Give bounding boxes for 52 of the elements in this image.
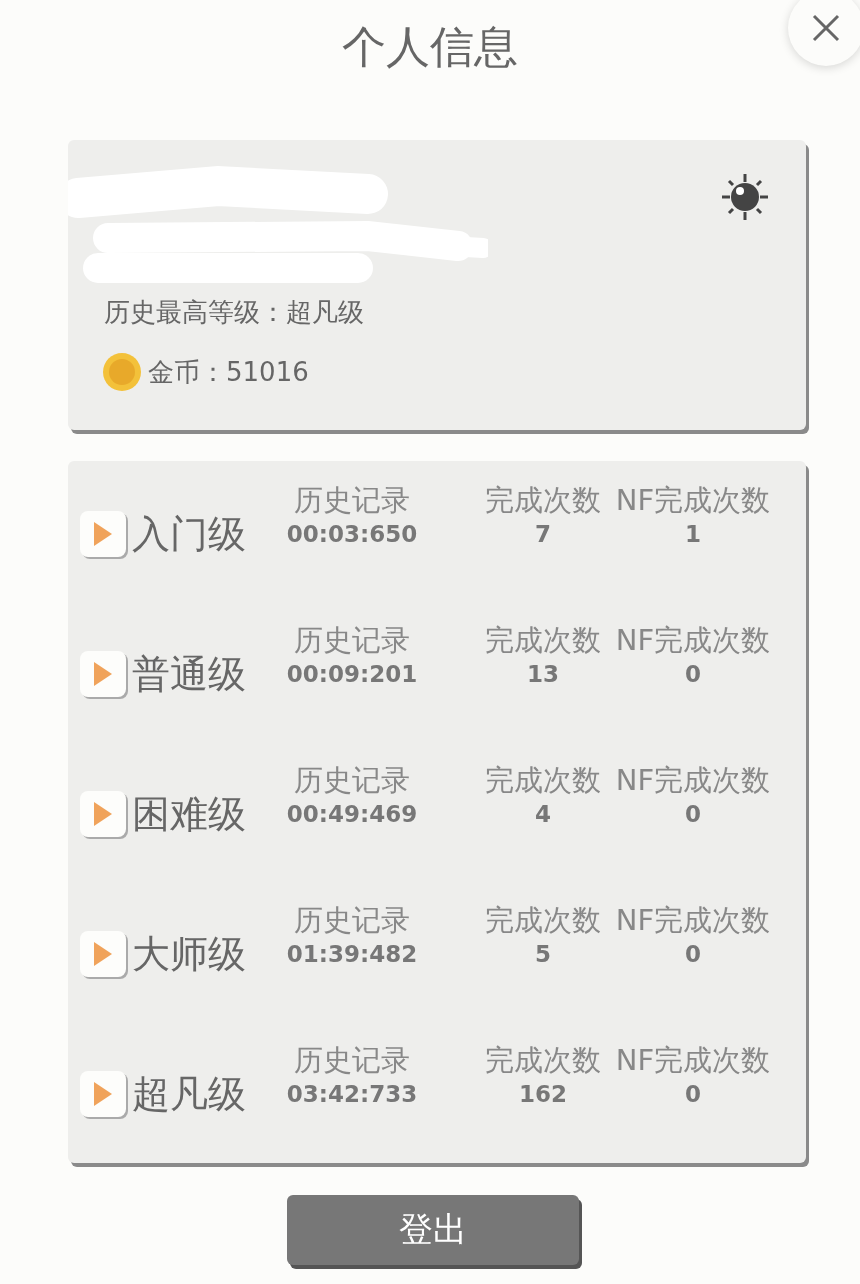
highest-level-text: 历史最高等级：超凡级	[104, 296, 365, 329]
stat-label: 完成次数	[485, 902, 601, 939]
level-name: 普通级	[132, 651, 247, 698]
stat-label: 完成次数	[485, 622, 601, 659]
stat-label: 历史记录	[294, 902, 410, 939]
close-icon	[810, 12, 842, 44]
stat-value: 0	[685, 940, 701, 969]
play-button[interactable]	[80, 1071, 126, 1117]
level-name: 入门级	[132, 511, 247, 558]
play-icon	[94, 522, 112, 546]
stat-label: NF完成次数	[615, 902, 771, 939]
stat-label: NF完成次数	[615, 622, 771, 659]
level-name: 大师级	[132, 931, 247, 978]
spiked-ball-icon[interactable]	[720, 172, 770, 222]
close-button[interactable]	[788, 0, 860, 66]
stat-value: 0	[685, 800, 701, 829]
stat-label: 完成次数	[485, 1042, 601, 1079]
level-name: 困难级	[132, 791, 247, 838]
stat-value: 00:09:201	[286, 660, 418, 689]
play-button[interactable]	[80, 791, 126, 837]
stat-label: 完成次数	[485, 762, 601, 799]
stat-value: 7	[535, 520, 551, 549]
coin-balance: 金币：51016	[148, 356, 309, 389]
stat-label: 历史记录	[294, 1042, 410, 1079]
stat-value: 01:39:482	[286, 940, 418, 969]
stat-label: NF完成次数	[615, 482, 771, 519]
stat-value: 1	[685, 520, 701, 549]
play-button[interactable]	[80, 511, 126, 557]
stat-value: 0	[685, 660, 701, 689]
play-button[interactable]	[80, 931, 126, 977]
stat-label: 完成次数	[485, 482, 601, 519]
stat-value: 03:42:733	[286, 1080, 418, 1109]
stat-label: 历史记录	[294, 762, 410, 799]
page-title: 个人信息	[342, 20, 518, 74]
coin-icon	[102, 352, 142, 392]
stat-value: 0	[685, 1080, 701, 1109]
play-icon	[94, 662, 112, 686]
stat-value: 00:49:469	[286, 800, 418, 829]
stat-value: 4	[535, 800, 551, 829]
stat-label: NF完成次数	[615, 1042, 771, 1079]
play-icon	[94, 1082, 112, 1106]
stat-label: NF完成次数	[615, 762, 771, 799]
stat-value: 00:03:650	[286, 520, 418, 549]
level-name: 超凡级	[132, 1071, 247, 1118]
stat-value: 162	[519, 1080, 567, 1109]
stat-label: 历史记录	[294, 622, 410, 659]
stat-value: 13	[527, 660, 559, 689]
stat-label: 历史记录	[294, 482, 410, 519]
stat-value: 5	[535, 940, 551, 969]
play-button[interactable]	[80, 651, 126, 697]
play-icon	[94, 942, 112, 966]
play-icon	[94, 802, 112, 826]
